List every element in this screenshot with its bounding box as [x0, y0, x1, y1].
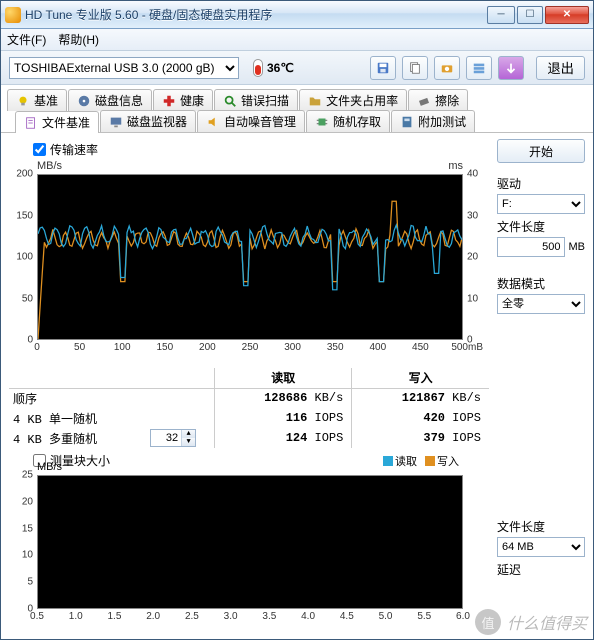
chart1-y-left-unit: MB/s	[37, 160, 62, 172]
maximize-button[interactable]: ☐	[517, 6, 543, 24]
tab-磁盘监视器[interactable]: 磁盘监视器	[100, 110, 196, 132]
settings-button[interactable]	[466, 56, 492, 80]
folder-icon	[308, 94, 322, 108]
menubar: 文件(F) 帮助(H)	[1, 29, 593, 51]
refresh-button[interactable]	[498, 56, 524, 80]
chip-icon	[315, 115, 329, 129]
close-button[interactable]: ✕	[545, 6, 589, 24]
chart1-plot	[37, 174, 463, 340]
app-logo-icon	[5, 7, 21, 23]
transfer-rate-chart: MB/s ms 050100150200 010203040	[9, 162, 489, 362]
bulb-icon	[16, 94, 30, 108]
tab-擦除[interactable]: 擦除	[408, 89, 468, 111]
tab-错误扫描[interactable]: 错误扫描	[214, 89, 298, 111]
blocksize-chart: MB/s 0510152025 0.51.01.52.02.53.03.54.0…	[9, 471, 489, 631]
disk-icon	[77, 94, 91, 108]
screenshot-button[interactable]	[434, 56, 460, 80]
drive-select[interactable]: TOSHIBAExternal USB 3.0 (2000 gB)	[9, 57, 239, 79]
sidebar: 开始 驱动 F: 文件长度 MB 数据模式 全零 文件长度 64 MB 延迟	[497, 139, 585, 631]
tab-随机存取[interactable]: 随机存取	[306, 110, 390, 132]
tab-文件基准[interactable]: 文件基准	[15, 111, 99, 133]
tab-附加测试[interactable]: 附加测试	[391, 110, 475, 132]
results-table: 读取写入顺序128686 KB/s121867 KB/s4 KB 单一随机116…	[9, 368, 489, 448]
drive-label: 驱动	[497, 175, 585, 192]
queue-depth-stepper[interactable]: ▲▼	[150, 429, 196, 447]
drive-select-wrap: TOSHIBAExternal USB 3.0 (2000 gB)	[9, 57, 239, 79]
filelen-label: 文件长度	[497, 218, 585, 235]
delay-label: 延迟	[497, 561, 585, 578]
content-area: 传输速率 MB/s ms 050100150200 010203040	[1, 133, 593, 639]
transfer-rate-checkbox[interactable]	[33, 143, 46, 156]
chart2-plot	[37, 475, 463, 609]
minimize-button[interactable]: ─	[487, 6, 515, 24]
start-button[interactable]: 开始	[497, 139, 585, 163]
search-icon	[223, 94, 237, 108]
page-icon	[24, 116, 38, 130]
chart2-y-unit: MB/s	[37, 461, 62, 473]
legend-write-swatch-icon	[425, 456, 435, 466]
menu-help[interactable]: 帮助(H)	[58, 31, 99, 48]
filelen2-label: 文件长度	[497, 518, 585, 535]
table-row: 顺序128686 KB/s121867 KB/s	[9, 388, 489, 408]
table-row: 4 KB 多重随机▲▼124 IOPS379 IOPS	[9, 428, 489, 448]
tab-磁盘信息[interactable]: 磁盘信息	[68, 89, 152, 111]
drive-letter-select[interactable]: F:	[497, 194, 585, 214]
thermometer-icon	[253, 59, 263, 77]
monitor-icon	[109, 115, 123, 129]
temperature-value: 36℃	[267, 61, 294, 75]
legend-read-swatch-icon	[383, 456, 393, 466]
filelen-field[interactable]	[497, 237, 565, 257]
tab-自动噪音管理[interactable]: 自动噪音管理	[197, 110, 305, 132]
datamode-select[interactable]: 全零	[497, 294, 585, 314]
table-row: 4 KB 单一随机116 IOPS420 IOPS	[9, 408, 489, 428]
tabstrip: 基准磁盘信息健康错误扫描文件夹占用率擦除 文件基准磁盘监视器自动噪音管理随机存取…	[1, 85, 593, 133]
titlebar: HD Tune 专业版 5.60 - 硬盘/固态硬盘实用程序 ─ ☐ ✕	[1, 1, 593, 29]
copy-button[interactable]	[402, 56, 428, 80]
tab-文件夹占用率[interactable]: 文件夹占用率	[299, 89, 407, 111]
tab-基准[interactable]: 基准	[7, 89, 67, 111]
speaker-icon	[206, 115, 220, 129]
chart1-y-right-unit: ms	[448, 160, 463, 172]
transfer-rate-label: 传输速率	[50, 141, 98, 158]
calc-icon	[400, 115, 414, 129]
temperature-display: 36℃	[253, 59, 294, 77]
menu-file[interactable]: 文件(F)	[7, 31, 46, 48]
filelen2-select[interactable]: 64 MB	[497, 537, 585, 557]
window-title: HD Tune 专业版 5.60 - 硬盘/固态硬盘实用程序	[25, 6, 485, 23]
app-window: HD Tune 专业版 5.60 - 硬盘/固态硬盘实用程序 ─ ☐ ✕ 文件(…	[0, 0, 594, 640]
tab-健康[interactable]: 健康	[153, 89, 213, 111]
transfer-rate-checkbox-row: 传输速率	[33, 141, 489, 158]
eraser-icon	[417, 94, 431, 108]
save-button[interactable]	[370, 56, 396, 80]
filelen-unit: MB	[569, 241, 586, 253]
exit-button[interactable]: 退出	[536, 56, 585, 80]
chart2-legend: 读取 写入	[383, 453, 459, 469]
toolbar: TOSHIBAExternal USB 3.0 (2000 gB) 36℃ 退出	[1, 51, 593, 85]
datamode-label: 数据模式	[497, 275, 585, 292]
plus-icon	[162, 94, 176, 108]
